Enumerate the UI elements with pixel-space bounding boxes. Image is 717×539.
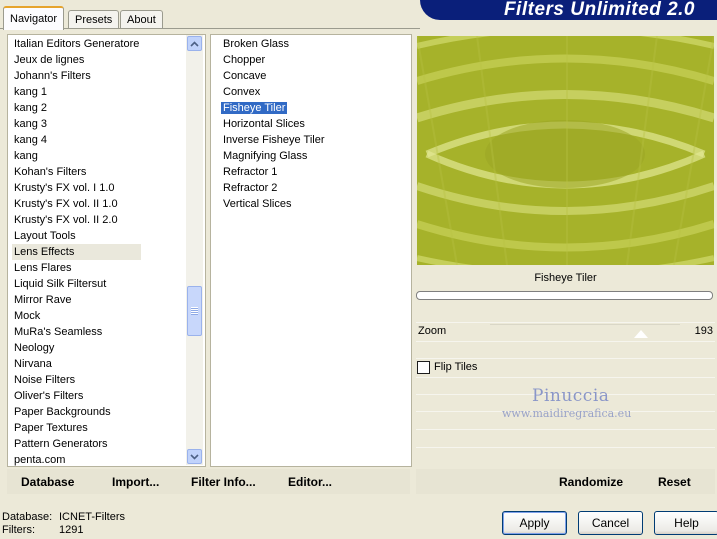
status-filters-value: 1291 (59, 524, 84, 536)
filter-item-label: Chopper (223, 54, 266, 66)
filter-item-label: Refractor 1 (223, 166, 278, 178)
category-scrollbar[interactable] (186, 35, 203, 465)
status-filters-label: Filters: (2, 524, 35, 536)
category-item[interactable]: kang (12, 148, 141, 164)
filter-item-label: Horizontal Slices (223, 118, 305, 130)
category-item[interactable]: Mirror Rave (12, 292, 141, 308)
control-row-divider (416, 341, 715, 342)
preview-filter-name: Fisheye Tiler (534, 272, 597, 284)
category-item[interactable]: Paper Textures (12, 420, 141, 436)
filter-info-link[interactable]: Filter Info... (191, 475, 256, 489)
filter-item-label: Vertical Slices (223, 198, 292, 210)
filter-item[interactable]: Chopper (221, 52, 326, 68)
title-banner: Filters Unlimited 2.0 (420, 0, 717, 20)
filter-item-label: Convex (223, 86, 261, 98)
category-item[interactable]: Lens Effects (12, 244, 142, 260)
category-item[interactable]: Paper Backgrounds (12, 404, 141, 420)
category-item[interactable]: Oliver's Filters (12, 388, 141, 404)
category-item[interactable]: Krusty's FX vol. I 1.0 (12, 180, 141, 196)
filter-item-label: Fisheye Tiler (221, 102, 288, 114)
flip-tiles-checkbox[interactable] (417, 361, 430, 374)
filter-item[interactable]: Concave (221, 68, 326, 84)
filter-item[interactable]: Horizontal Slices (221, 116, 326, 132)
filter-item[interactable]: Magnifying Glass (221, 148, 326, 164)
control-row-divider (416, 429, 715, 430)
filter-item-label: Magnifying Glass (223, 150, 308, 162)
filter-item-label: Refractor 2 (223, 182, 278, 194)
watermark-name: Pinuccia (532, 386, 610, 406)
tab-about[interactable]: About (120, 10, 163, 29)
control-row-divider (416, 358, 715, 359)
watermark-url: www.maidiregrafica.eu (502, 407, 632, 420)
filter-item[interactable]: Refractor 1 (221, 164, 326, 180)
category-item[interactable]: Kohan's Filters (12, 164, 141, 180)
grip-icon (191, 307, 198, 315)
preview-image (417, 36, 714, 265)
status-database-value: ICNET-Filters (59, 511, 125, 523)
app-title: Filters Unlimited 2.0 (503, 0, 695, 20)
import-link[interactable]: Import... (112, 475, 159, 489)
category-item[interactable]: Krusty's FX vol. II 1.0 (12, 196, 141, 212)
category-item[interactable]: Layout Tools (12, 228, 141, 244)
category-item[interactable]: Italian Editors Generatore (12, 36, 141, 52)
zoom-value: 193 (694, 325, 713, 337)
status-database-label: Database: (2, 511, 53, 523)
category-item[interactable]: Liquid Silk Filtersut (12, 276, 141, 292)
control-row-divider (416, 447, 715, 448)
help-button[interactable]: Help (654, 511, 717, 535)
category-list[interactable]: Italian Editors Generatore Jeux de lignes… (12, 36, 142, 468)
category-item[interactable]: Neology (12, 340, 141, 356)
filter-item-label: Inverse Fisheye Tiler (223, 134, 325, 146)
filter-item-label: Broken Glass (223, 38, 290, 50)
zoom-slider-thumb[interactable] (634, 330, 648, 338)
filter-list-panel: Broken Glass Chopper Concave Convex Fisheye … (210, 34, 412, 467)
category-item[interactable]: kang 2 (12, 100, 141, 116)
control-row-divider (416, 377, 715, 378)
chevron-up-icon (190, 40, 199, 47)
category-item[interactable]: Jeux de lignes (12, 52, 141, 68)
zoom-label: Zoom (418, 325, 447, 337)
filter-list[interactable]: Broken Glass Chopper Concave Convex Fisheye … (221, 36, 326, 212)
filter-item-label: Concave (223, 70, 267, 82)
category-item[interactable]: Lens Flares (12, 260, 141, 276)
tab-presets[interactable]: Presets (68, 10, 120, 29)
filter-item[interactable]: Vertical Slices (221, 196, 326, 212)
filter-item[interactable]: Inverse Fisheye Tiler (221, 132, 326, 148)
chevron-down-icon (190, 453, 199, 460)
filter-item[interactable]: Broken Glass (221, 36, 326, 52)
category-item[interactable]: Nirvana (12, 356, 141, 372)
flip-tiles-label: Flip Tiles (434, 361, 478, 373)
database-link[interactable]: Database (21, 475, 74, 489)
category-item[interactable]: Johann's Filters (12, 68, 141, 84)
category-item[interactable]: MuRa's Seamless (12, 324, 141, 340)
category-item[interactable]: Pattern Generators (12, 436, 141, 452)
apply-button[interactable]: Apply (502, 511, 567, 535)
reset-link[interactable]: Reset (658, 475, 691, 489)
scroll-thumb[interactable] (187, 286, 202, 336)
category-item[interactable]: Mock (12, 308, 141, 324)
scroll-up-button[interactable] (187, 36, 202, 51)
category-item[interactable]: penta.com (12, 452, 141, 468)
filter-item[interactable]: Refractor 2 (221, 180, 326, 196)
category-item[interactable]: kang 4 (12, 132, 141, 148)
category-item[interactable]: kang 3 (12, 116, 141, 132)
category-item[interactable]: kang 1 (12, 84, 141, 100)
filter-item[interactable]: Convex (221, 84, 326, 100)
fisheye-pattern (417, 36, 714, 265)
scroll-down-button[interactable] (187, 449, 202, 464)
category-item[interactable]: Noise Filters (12, 372, 141, 388)
cancel-button[interactable]: Cancel (578, 511, 643, 535)
category-list-panel: Italian Editors Generatore Jeux de lignes… (7, 34, 206, 467)
filter-item[interactable]: Fisheye Tiler (221, 100, 326, 116)
category-item[interactable]: Krusty's FX vol. II 2.0 (12, 212, 141, 228)
zoom-slider[interactable] (490, 322, 680, 340)
randomize-link[interactable]: Randomize (559, 475, 623, 489)
progress-bar (416, 291, 713, 300)
tab-navigator[interactable]: Navigator (3, 6, 65, 30)
editor-link[interactable]: Editor... (288, 475, 332, 489)
